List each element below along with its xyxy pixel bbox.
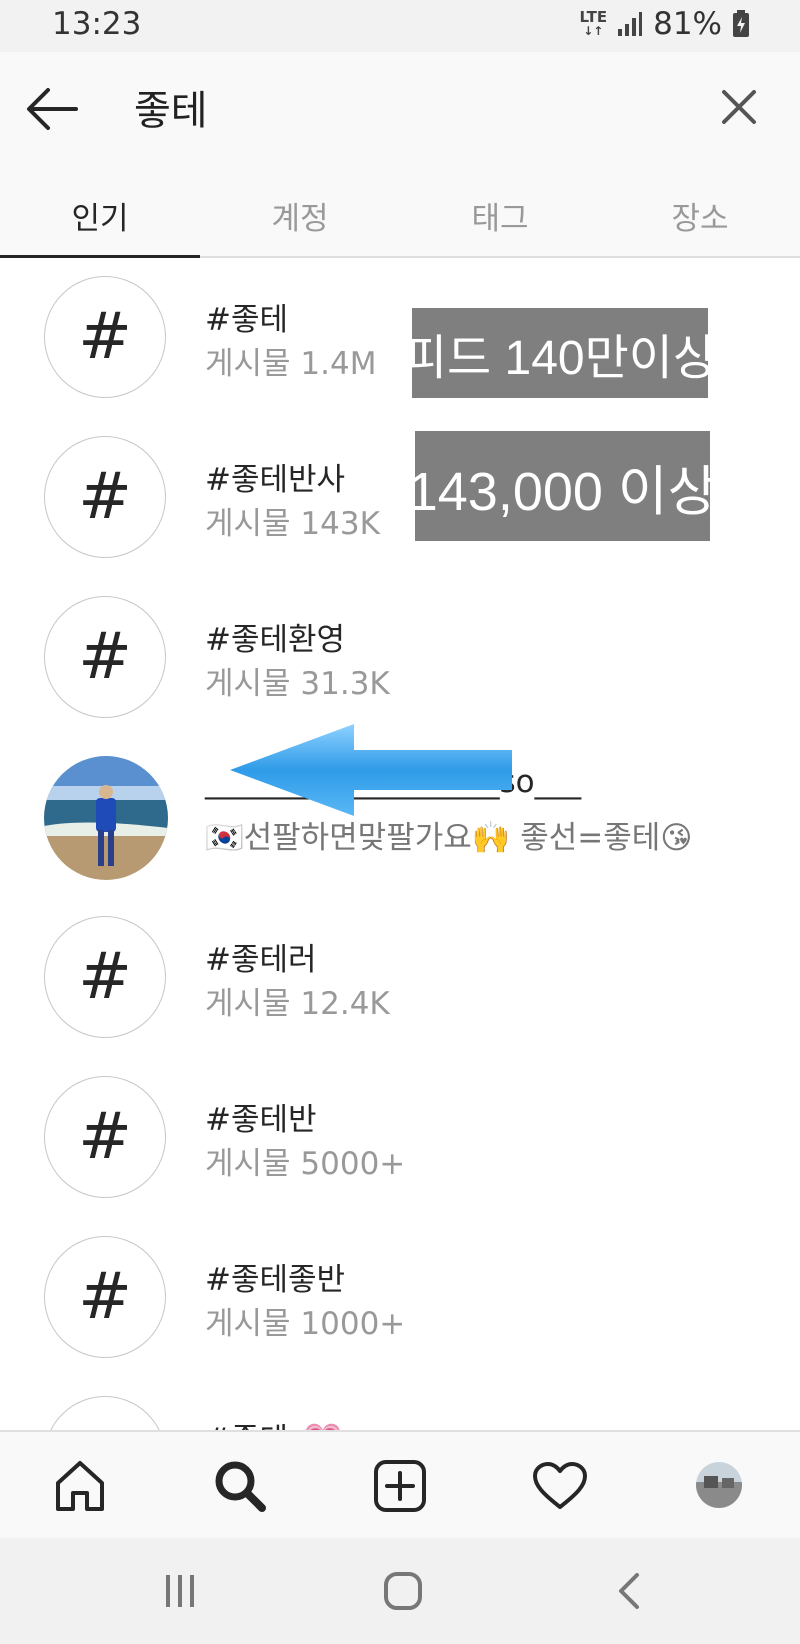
result-subtitle: 게시물 12.4K [205,986,390,1022]
heart-icon[interactable] [532,1458,588,1514]
back-arrow-icon[interactable] [24,84,80,134]
result-title: #좋테환영 [205,622,346,658]
tab-accounts[interactable]: 계정 [200,186,400,256]
lte-icon: LTE ↓↑ [579,8,608,39]
result-subtitle: 게시물 31.3K [205,666,390,702]
search-tabs: 인기 계정 태그 장소 [0,186,800,258]
account-bio: 🇰🇷선팔하면맞팔가요🙌 좋선=좋테😘 [205,820,693,856]
avatar [44,756,168,880]
status-bar: 13:23 LTE ↓↑ 81% [0,0,800,52]
result-subtitle: 게시물 1000+ [205,1306,406,1342]
result-title: #좋테러 [205,942,317,978]
add-post-icon[interactable] [372,1458,428,1514]
signal-icon [618,12,643,36]
home-icon[interactable] [52,1458,108,1514]
network-label: LTE [579,8,608,26]
status-time: 13:23 [52,6,142,42]
result-title: #좋테 [205,302,289,338]
list-item[interactable]: # #좋테러 게시물 12.4K [0,900,800,1060]
hashtag-icon: # [44,1396,166,1430]
close-icon[interactable] [718,86,760,128]
back-chevron-icon[interactable] [600,1566,660,1616]
battery-percent: 81% [653,6,722,42]
hashtag-icon: # [44,1236,166,1358]
profile-avatar[interactable] [696,1462,742,1508]
system-nav-bar [0,1538,800,1644]
search-header: 좋테 인기 계정 태그 장소 [0,52,800,258]
search-input[interactable]: 좋테 [134,78,208,136]
list-item[interactable]: # #좋테반 게시물 5000+ [0,1060,800,1220]
result-title: #좋테좋반 [205,1262,346,1298]
list-item[interactable]: # #좋테좋반 게시물 1000+ [0,1220,800,1380]
tab-tags[interactable]: 태그 [400,186,600,256]
result-title: #좋테반 [205,1102,317,1138]
tab-top[interactable]: 인기 [0,186,200,258]
hashtag-icon: # [44,596,166,718]
hashtag-icon: # [44,276,166,398]
hashtag-icon: # [44,1076,166,1198]
annotation-note-2: 143,000 이상 [408,431,717,541]
result-subtitle: 게시물 1.4M [205,346,377,382]
list-item[interactable]: # #좋테_💗 [0,1380,800,1430]
battery-charging-icon [733,10,749,37]
hashtag-icon: # [44,436,166,558]
home-circle-icon[interactable] [373,1566,433,1616]
bottom-nav [0,1430,800,1540]
arrow-annotation-icon [230,724,512,816]
search-icon[interactable] [212,1458,268,1514]
result-title: #좋테_💗 [205,1414,342,1430]
result-subtitle: 게시물 143K [205,506,380,542]
result-title: #좋테반사 [205,462,346,498]
search-results-list: # #좋테 게시물 1.4M # #좋테반사 게시물 143K # #좋테환영 … [0,260,800,1430]
list-item[interactable]: # #좋테환영 게시물 31.3K [0,580,800,740]
recent-apps-icon[interactable] [150,1566,210,1616]
annotation-note-1: 피드 140만이상 [403,308,717,398]
tab-places[interactable]: 장소 [600,186,800,256]
hashtag-icon: # [44,916,166,1038]
result-subtitle: 게시물 5000+ [205,1146,406,1182]
status-icons: LTE ↓↑ 81% [580,6,750,42]
